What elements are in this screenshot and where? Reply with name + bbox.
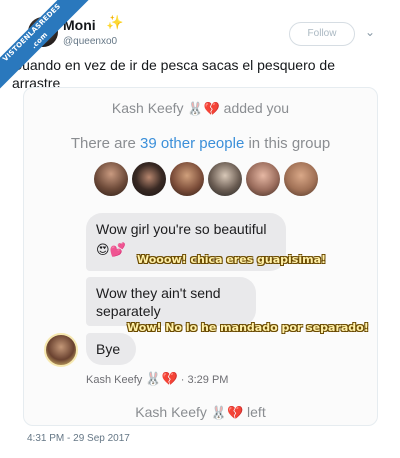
people-suffix: in this group bbox=[248, 135, 331, 152]
message-text: Bye bbox=[96, 341, 121, 357]
meta-time: · 3:29 PM bbox=[180, 374, 229, 386]
chevron-down-icon[interactable]: ⌄ bbox=[365, 25, 375, 39]
broken-heart-icon: 💔 bbox=[226, 406, 244, 421]
member-avatar[interactable] bbox=[170, 162, 204, 196]
message-text: Wow they ain't send separately bbox=[96, 285, 221, 319]
caption-overlay-1: Wooow! chica eres guapisima! bbox=[137, 253, 327, 266]
rabbit-icon: 🐰 bbox=[145, 372, 162, 387]
user-handle[interactable]: @queenxo0 bbox=[63, 36, 117, 47]
left-suffix: left bbox=[247, 404, 266, 420]
other-people-link[interactable]: 39 other people bbox=[140, 135, 244, 152]
broken-heart-icon: 💔 bbox=[203, 102, 220, 117]
broken-heart-icon: 💔 bbox=[161, 372, 178, 387]
caption-overlay-2: Wow! No lo he mandado por separado! bbox=[127, 321, 369, 334]
rabbit-icon: 🐰 bbox=[210, 406, 227, 421]
sparkle-icon: ✨ bbox=[106, 14, 124, 30]
message-meta: Kash Keefy 🐰💔 · 3:29 PM bbox=[86, 372, 228, 387]
sender-avatar[interactable] bbox=[44, 333, 78, 367]
added-name: Kash Keefy bbox=[111, 100, 184, 116]
rabbit-icon: 🐰 bbox=[187, 102, 204, 117]
message-bubble[interactable]: Bye bbox=[86, 333, 136, 365]
group-member-avatars bbox=[94, 162, 324, 198]
people-prefix: There are bbox=[70, 135, 136, 152]
tweet-timestamp[interactable]: 4:31 PM - 29 Sep 2017 bbox=[27, 433, 130, 444]
added-suffix: added you bbox=[223, 100, 290, 116]
follow-button[interactable]: Follow bbox=[289, 22, 355, 46]
member-avatar[interactable] bbox=[94, 162, 128, 196]
message-bubble[interactable]: Wow they ain't send separately bbox=[86, 277, 256, 326]
left-name: Kash Keefy bbox=[135, 404, 207, 420]
added-notice: Kash Keefy 🐰💔 added you bbox=[24, 100, 377, 117]
member-avatar[interactable] bbox=[284, 162, 318, 196]
member-avatar[interactable] bbox=[246, 162, 280, 196]
group-count-notice: There are 39 other people in this group bbox=[24, 135, 377, 152]
meta-name: Kash Keefy bbox=[86, 374, 143, 386]
left-notice: Kash Keefy 🐰💔 left bbox=[24, 404, 377, 421]
member-avatar[interactable] bbox=[208, 162, 242, 196]
member-avatar[interactable] bbox=[132, 162, 166, 196]
message-text: Wow girl you're so beautiful bbox=[96, 221, 267, 237]
